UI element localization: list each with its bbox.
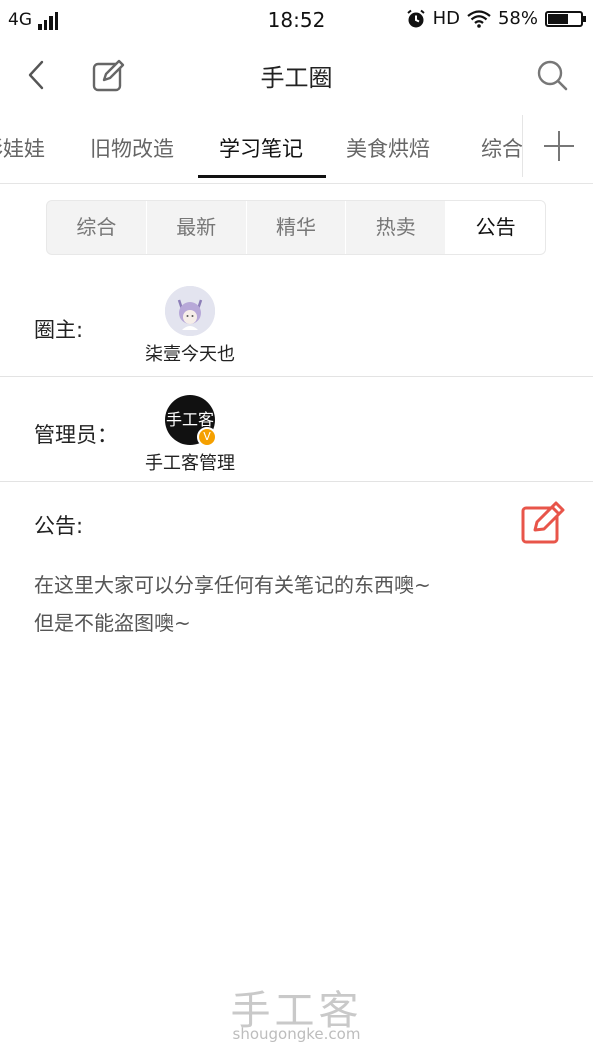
battery-percent: 58% xyxy=(497,8,538,29)
alarm-icon xyxy=(406,9,425,27)
subtab-comprehensive[interactable]: 综合 xyxy=(47,201,147,254)
avatar[interactable] xyxy=(165,286,215,336)
battery-icon xyxy=(545,10,586,27)
subtab-hot[interactable]: 热卖 xyxy=(346,201,447,254)
admin-row: 管理员： 手工客 V 手工客管理 xyxy=(0,377,593,482)
watermark-url: shougongke.com xyxy=(232,1025,361,1043)
owner-row: 圈主: 柒壹今天也 xyxy=(0,270,593,377)
page-title: 手工圈 xyxy=(260,64,333,92)
nav-bar: 手工圈 xyxy=(0,40,593,115)
notice-content: 在这里大家可以分享任何有关笔记的东西噢~ 但是不能盗图噢~ xyxy=(34,566,564,642)
wifi-icon xyxy=(467,9,491,28)
edit-notice-icon[interactable] xyxy=(520,500,566,546)
admin-label: 管理员： xyxy=(34,423,118,447)
subtab-featured[interactable]: 精华 xyxy=(247,201,347,254)
admin-profile[interactable]: 手工客 V 手工客管理 xyxy=(140,395,240,475)
category-tab[interactable]: 综合 xyxy=(481,133,523,163)
notice-line: 但是不能盗图噢~ xyxy=(34,611,191,635)
owner-label: 圈主: xyxy=(34,318,84,342)
hd-indicator: HD xyxy=(432,8,460,29)
plus-icon[interactable] xyxy=(522,115,593,177)
owner-avatar-icon xyxy=(165,286,215,336)
subtab-latest[interactable]: 最新 xyxy=(147,201,247,254)
subtab-notice[interactable]: 公告 xyxy=(446,201,545,254)
category-tab[interactable]: 彩娃娃 xyxy=(0,133,45,163)
category-tab[interactable]: 美食烘焙 xyxy=(346,133,430,163)
active-tab-underline xyxy=(198,175,326,178)
category-tabs: 彩娃娃 旧物改造 学习笔记 美食烘焙 综合 xyxy=(0,115,593,184)
search-icon[interactable] xyxy=(535,58,569,92)
notice-label: 公告: xyxy=(34,514,84,538)
notice-line: 在这里大家可以分享任何有关笔记的东西噢~ xyxy=(34,573,431,597)
verified-badge: V xyxy=(197,427,217,447)
owner-name: 柒壹今天也 xyxy=(145,344,235,365)
status-bar: 4G 18:52 HD 58% xyxy=(0,0,593,40)
avatar[interactable]: 手工客 V xyxy=(165,395,217,447)
admin-name: 手工客管理 xyxy=(145,453,235,474)
status-right: HD 58% xyxy=(406,8,586,29)
sub-tabs: 综合 最新 精华 热卖 公告 xyxy=(46,200,546,255)
category-tab-active[interactable]: 学习笔记 xyxy=(219,133,303,163)
owner-profile[interactable]: 柒壹今天也 xyxy=(140,286,240,366)
category-tab[interactable]: 旧物改造 xyxy=(90,133,174,163)
